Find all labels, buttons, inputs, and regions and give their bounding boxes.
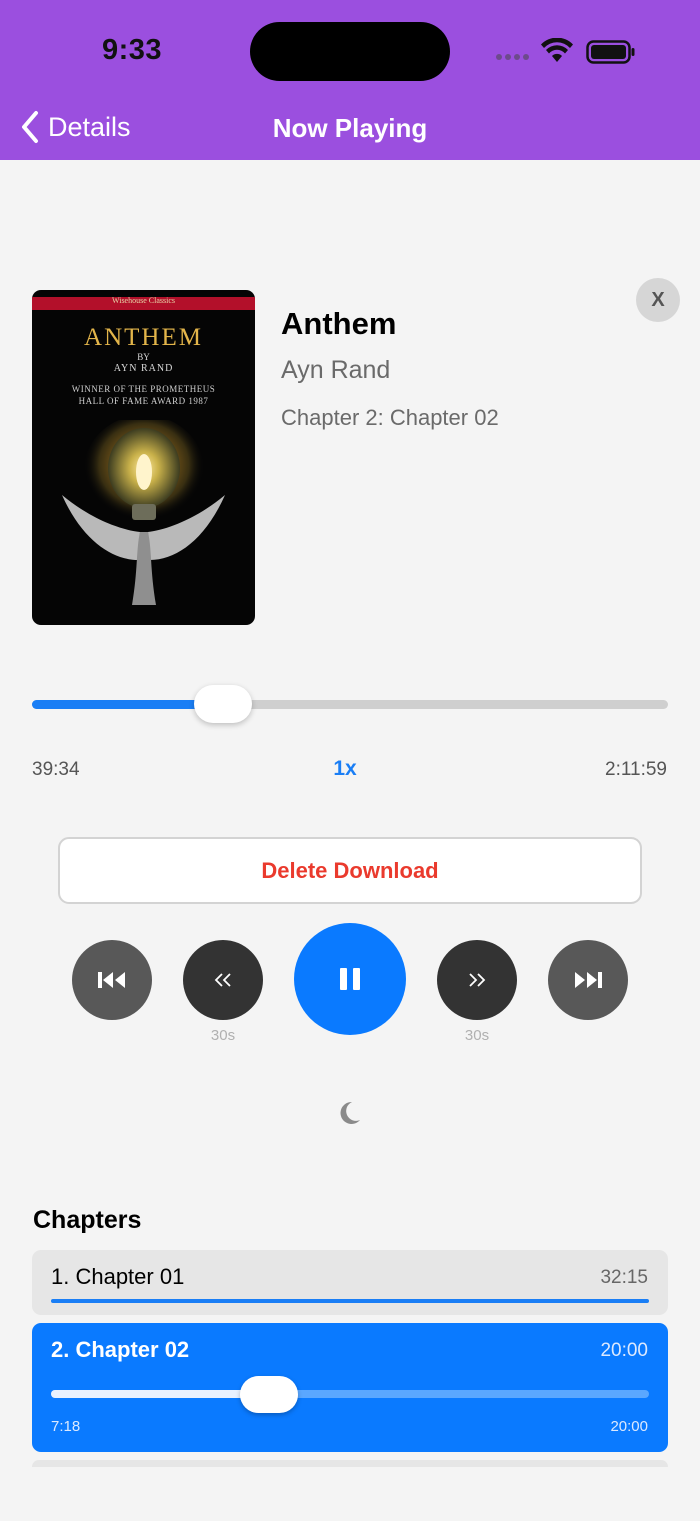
pause-icon xyxy=(340,968,360,990)
book-title: Anthem xyxy=(281,306,397,341)
current-chapter: Chapter 2: Chapter 02 xyxy=(281,405,499,430)
chapter-progress-thumb[interactable] xyxy=(240,1376,299,1413)
moon-icon[interactable] xyxy=(338,1100,362,1126)
chapters-heading: Chapters xyxy=(33,1206,142,1234)
previous-chapter-icon xyxy=(98,972,125,988)
chapter-total: 20:00 xyxy=(610,1418,648,1435)
cover-title: ANTHEM xyxy=(84,324,203,351)
pause-button[interactable] xyxy=(294,923,406,1035)
page-title: Now Playing xyxy=(272,113,428,143)
chapter-row-active[interactable]: 2. Chapter 02 20:00 7:18 20:00 xyxy=(32,1323,668,1452)
lightbulb-hands-art xyxy=(62,420,225,605)
skip-forward-button[interactable] xyxy=(437,940,517,1020)
playback-progress-slider[interactable] xyxy=(32,685,668,723)
navigation-bar: 9:33 Details Now Playing xyxy=(0,0,700,160)
delete-download-button[interactable]: Delete Download xyxy=(58,837,642,904)
total-time: 2:11:59 xyxy=(605,759,667,780)
skip-forward-icon xyxy=(469,973,486,987)
chapter-elapsed: 7:18 xyxy=(51,1418,81,1435)
book-cover: Wisehouse Classics ANTHEM BY AYN RAND WI… xyxy=(32,290,255,625)
chapter-row[interactable]: 1. Chapter 01 32:15 xyxy=(32,1250,668,1315)
next-chapter-icon xyxy=(575,972,602,988)
cover-publisher: Wisehouse Classics xyxy=(111,296,175,305)
book-author: Ayn Rand xyxy=(281,356,391,384)
chapter-row[interactable] xyxy=(32,1460,668,1467)
cellular-signal-icon xyxy=(496,54,529,60)
skip-back-button[interactable] xyxy=(183,940,263,1020)
chapter-name: 1. Chapter 01 xyxy=(51,1264,185,1289)
wifi-icon xyxy=(541,38,573,62)
cover-award: WINNER OF THE PROMETHEUS HALL OF FAME AW… xyxy=(71,384,216,406)
chapter-progress-fill xyxy=(51,1390,270,1398)
chapter-duration: 32:15 xyxy=(600,1267,648,1288)
progress-thumb[interactable] xyxy=(193,685,252,723)
skip-back-icon xyxy=(214,973,231,987)
skip-back-label: 30s xyxy=(210,1027,236,1044)
chapter-duration: 20:00 xyxy=(600,1340,648,1361)
chapter-name: 2. Chapter 02 xyxy=(51,1337,190,1362)
dynamic-island xyxy=(250,22,450,81)
playback-speed-button[interactable]: 1x xyxy=(0,757,690,781)
next-chapter-button[interactable] xyxy=(548,940,628,1020)
cover-by: BY xyxy=(137,352,150,362)
chapter-progress-bar xyxy=(51,1299,649,1303)
close-button[interactable]: X xyxy=(636,278,680,322)
status-time: 9:33 xyxy=(102,34,163,66)
chapter-progress-slider[interactable] xyxy=(51,1376,649,1413)
skip-forward-label: 30s xyxy=(464,1027,490,1044)
cover-author: AYN RAND xyxy=(113,363,174,374)
previous-chapter-button[interactable] xyxy=(72,940,152,1020)
battery-icon xyxy=(586,40,635,64)
